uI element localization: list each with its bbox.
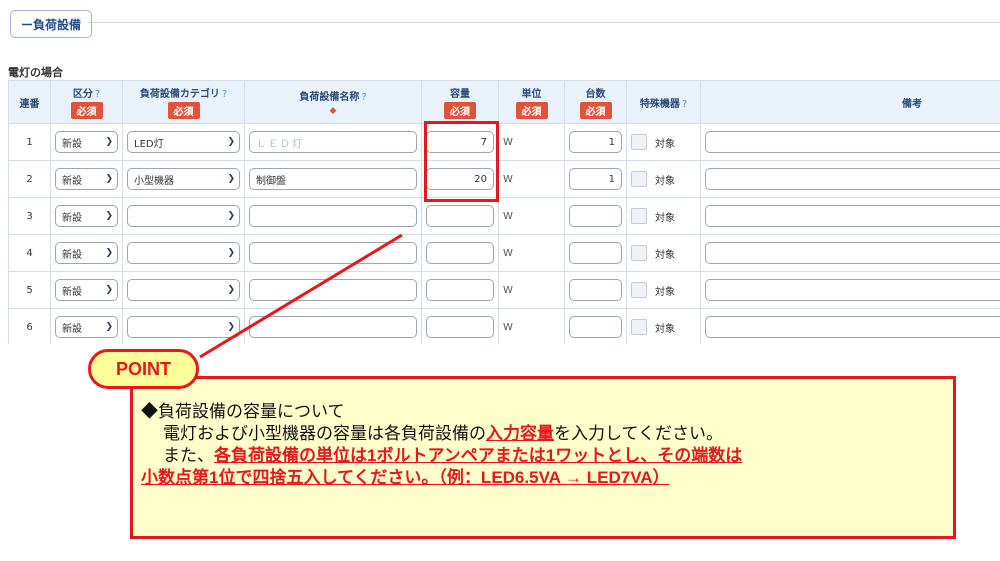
point-line-4: 小数点第1位で四捨五入してください。（例：LED6.5VA → LED7VA）	[141, 468, 670, 487]
point-note-text: ◆負荷設備の容量について 電灯および小型機器の容量は各負荷設備の入力容量を入力し…	[141, 401, 951, 489]
point-badge: POINT	[88, 349, 199, 389]
point-line-2: 電灯および小型機器の容量は各負荷設備の入力容量を入力してください。	[163, 424, 723, 443]
point-heading: ◆負荷設備の容量について	[141, 402, 345, 421]
point-line-3: また、各負荷設備の単位は1ボルトアンペアまたは1ワットとし、その端数は	[163, 446, 743, 465]
capacity-highlight-frame	[424, 121, 499, 202]
